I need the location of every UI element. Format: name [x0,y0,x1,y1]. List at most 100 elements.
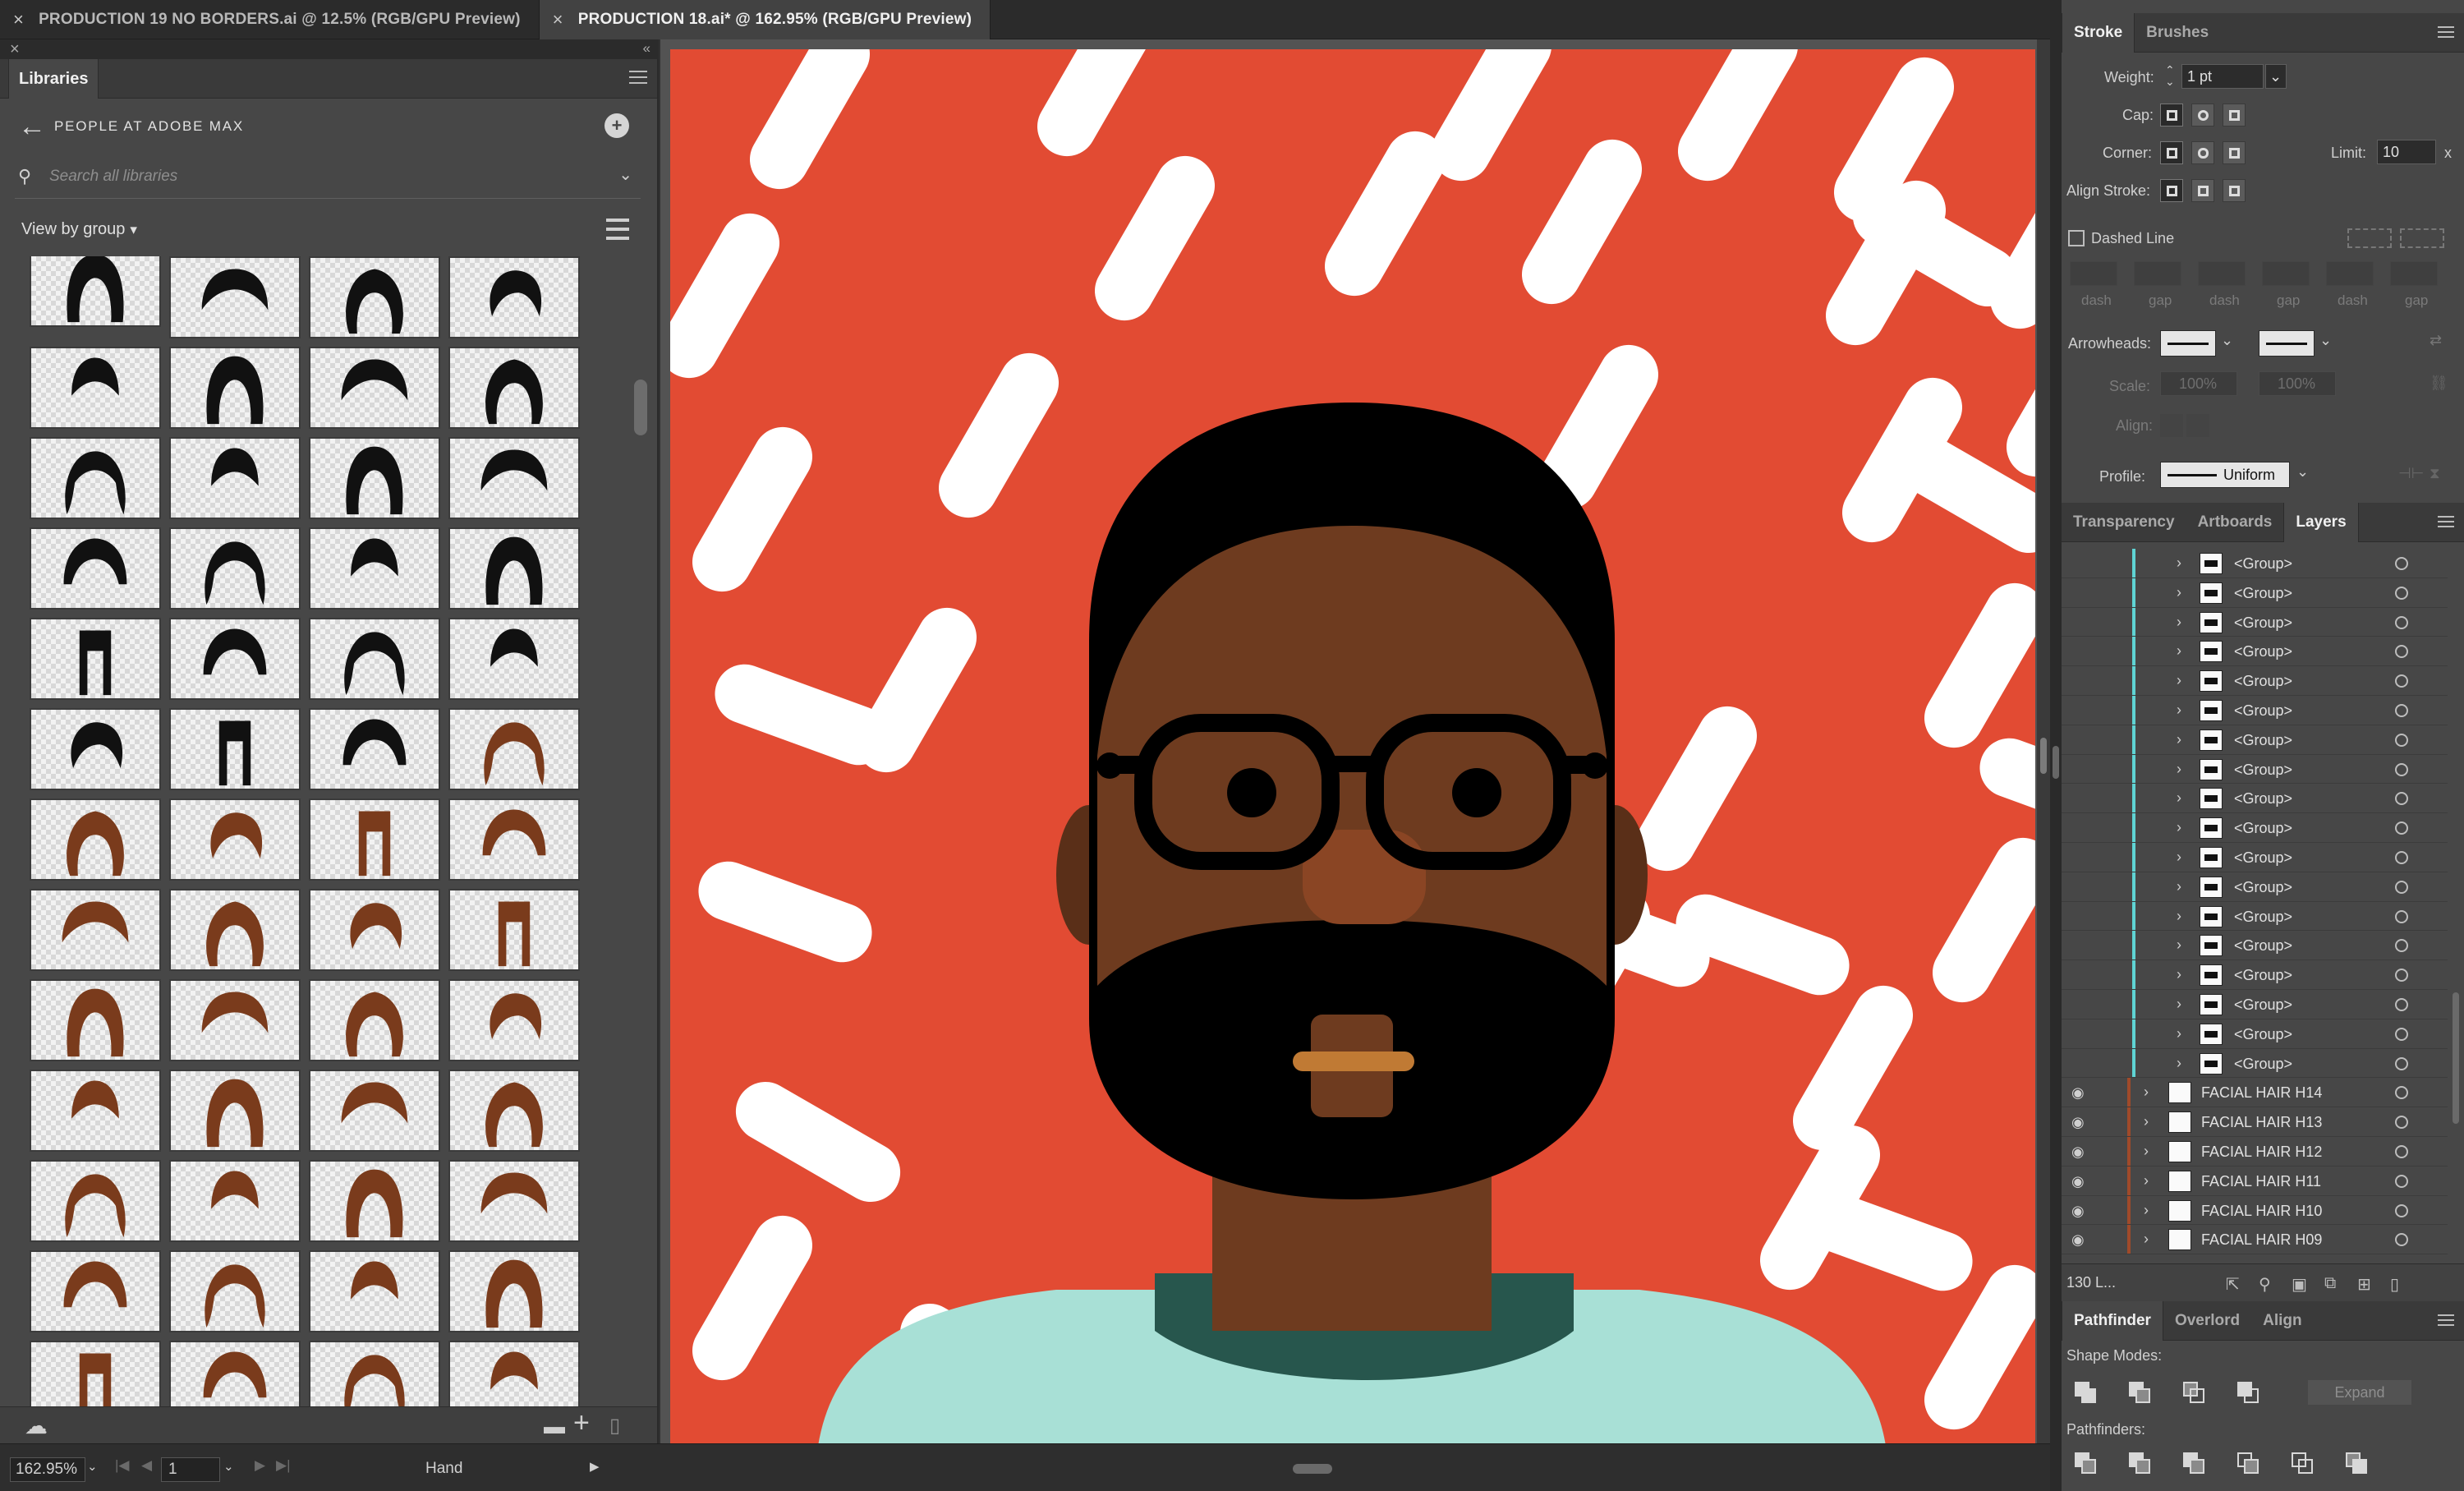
close-tab-icon[interactable]: × [553,9,563,30]
start-arrowhead-select[interactable] [2160,330,2216,357]
target-icon[interactable] [2395,645,2408,659]
expand-arrow-icon[interactable]: › [2177,702,2181,719]
expand-arrow-icon[interactable]: › [2177,584,2181,601]
layer-row-group[interactable]: › <Group> [2062,695,2448,725]
layer-row-group[interactable]: › <Group> [2062,637,2448,667]
hair-asset-thumbnail[interactable] [309,618,440,700]
hair-asset-thumbnail[interactable] [309,1070,440,1152]
target-icon[interactable] [2395,1056,2408,1070]
target-icon[interactable] [2395,1027,2408,1041]
hair-asset-thumbnail[interactable] [448,979,580,1061]
align-dash-icon[interactable] [2400,228,2444,248]
chevron-down-icon[interactable]: ⌄ [2296,463,2309,481]
target-icon[interactable] [2395,850,2408,864]
arrow-tip-extends-button[interactable] [2160,414,2183,437]
hair-asset-thumbnail[interactable] [169,437,301,519]
layer-name[interactable]: <Group> [2234,937,2292,955]
collaborate-user-icon[interactable]: + [605,113,629,138]
hair-asset-thumbnail[interactable] [448,347,580,429]
chevron-down-icon[interactable]: ⌄ [2319,332,2332,349]
hair-asset-thumbnail[interactable] [309,527,440,610]
hair-asset-thumbnail[interactable] [448,889,580,971]
layer-name[interactable]: <Group> [2234,614,2292,632]
gap-field-3[interactable] [2390,261,2438,286]
layer-row-group[interactable]: › <Group> [2062,842,2448,872]
hair-asset-thumbnail[interactable] [169,1341,301,1406]
start-scale-field[interactable]: 100% [2160,371,2237,396]
target-icon[interactable] [2395,1174,2408,1188]
layer-name[interactable]: <Group> [2234,702,2292,720]
layer-row-group[interactable]: › <Group> [2062,549,2448,578]
hair-asset-thumbnail[interactable] [309,1160,440,1242]
target-icon[interactable] [2395,586,2408,600]
layer-row-group[interactable]: › <Group> [2062,607,2448,637]
panel-menu-icon[interactable] [629,71,647,84]
layer-row[interactable]: ◉ › FACIAL HAIR H14 [2062,1078,2448,1108]
status-menu-arrow-icon[interactable]: ▶ [590,1459,600,1474]
add-content-icon[interactable]: + [573,1407,590,1439]
export-icon[interactable]: ⇱ [2226,1274,2240,1295]
layer-name[interactable]: <Group> [2234,1056,2292,1073]
layer-name[interactable]: <Group> [2234,909,2292,926]
hair-asset-thumbnail[interactable] [309,437,440,519]
visibility-eye-icon[interactable]: ◉ [2071,1173,2085,1190]
target-icon[interactable] [2395,557,2408,570]
layer-row-group[interactable]: › <Group> [2062,666,2448,696]
flip-along-icon[interactable]: ⊣⊢ [2398,465,2424,482]
layer-name[interactable]: <Group> [2234,762,2292,779]
artboard-number-field[interactable]: 1 [161,1457,220,1482]
new-layer-icon[interactable]: ⊞ [2357,1274,2371,1295]
layer-row-group[interactable]: › <Group> [2062,1048,2448,1079]
panel-menu-icon[interactable] [2438,1314,2454,1326]
visibility-eye-icon[interactable]: ◉ [2071,1084,2085,1102]
canvas-area[interactable] [660,39,2050,1446]
expand-arrow-icon[interactable]: › [2177,1055,2181,1072]
layer-name[interactable]: <Group> [2234,967,2292,984]
hair-asset-thumbnail[interactable] [30,798,161,881]
hair-asset-thumbnail[interactable] [448,1341,580,1406]
expand-arrow-icon[interactable]: › [2177,1025,2181,1042]
make-clipping-mask-icon[interactable]: ▣ [2292,1274,2307,1295]
expand-arrow-icon[interactable]: › [2177,789,2181,807]
view-by-dropdown[interactable]: View by group ▾ [21,220,137,239]
layer-row-group[interactable]: › <Group> [2062,872,2448,902]
layer-row-group[interactable]: › <Group> [2062,725,2448,755]
layer-name[interactable]: FACIAL HAIR H09 [2201,1231,2322,1249]
layer-row-group[interactable]: › <Group> [2062,960,2448,990]
hair-asset-thumbnail[interactable] [448,708,580,790]
new-sublayer-icon[interactable]: ⧉ [2324,1274,2336,1293]
expand-arrow-icon[interactable]: › [2144,1172,2149,1190]
layer-name[interactable]: FACIAL HAIR H14 [2201,1084,2322,1102]
limit-field[interactable]: 10 [2377,140,2436,164]
hair-asset-thumbnail[interactable] [30,347,161,429]
target-icon[interactable] [2395,1203,2408,1217]
crop-icon[interactable] [2236,1451,2260,1475]
unite-icon[interactable] [2073,1380,2098,1405]
minus-back-icon[interactable] [2344,1451,2369,1475]
hair-asset-thumbnail[interactable] [169,1070,301,1152]
merge-icon[interactable] [2181,1451,2206,1475]
back-arrow-icon[interactable]: ← [18,111,46,143]
layer-name[interactable]: <Group> [2234,879,2292,896]
document-tab-production-19[interactable]: × PRODUCTION 19 NO BORDERS.ai @ 12.5% (R… [0,0,540,39]
layer-name[interactable]: <Group> [2234,555,2292,573]
weight-stepper-icon[interactable]: ⌃ ⌄ [2165,64,2175,87]
list-view-icon[interactable] [606,219,629,240]
hair-asset-thumbnail[interactable] [169,889,301,971]
close-tab-icon[interactable]: × [13,9,24,30]
hair-asset-thumbnail[interactable] [30,979,161,1061]
tab-align[interactable]: Align [2251,1301,2314,1341]
canvas-horizontal-scroll-thumb[interactable] [1293,1464,1332,1474]
intersect-icon[interactable] [2181,1380,2206,1405]
hair-asset-thumbnail[interactable] [169,527,301,610]
target-icon[interactable] [2395,909,2408,923]
tab-artboards[interactable]: Artboards [2186,503,2284,542]
layers-scrollbar-thumb[interactable] [2453,992,2459,1124]
hair-asset-thumbnail[interactable] [169,347,301,429]
target-icon[interactable] [2395,1086,2408,1100]
end-scale-field[interactable]: 100% [2259,371,2336,396]
expand-arrow-icon[interactable]: › [2177,672,2181,689]
expand-arrow-icon[interactable]: › [2177,614,2181,631]
collapse-panel-icon[interactable]: « [643,40,650,57]
layer-row-group[interactable]: › <Group> [2062,989,2448,1019]
